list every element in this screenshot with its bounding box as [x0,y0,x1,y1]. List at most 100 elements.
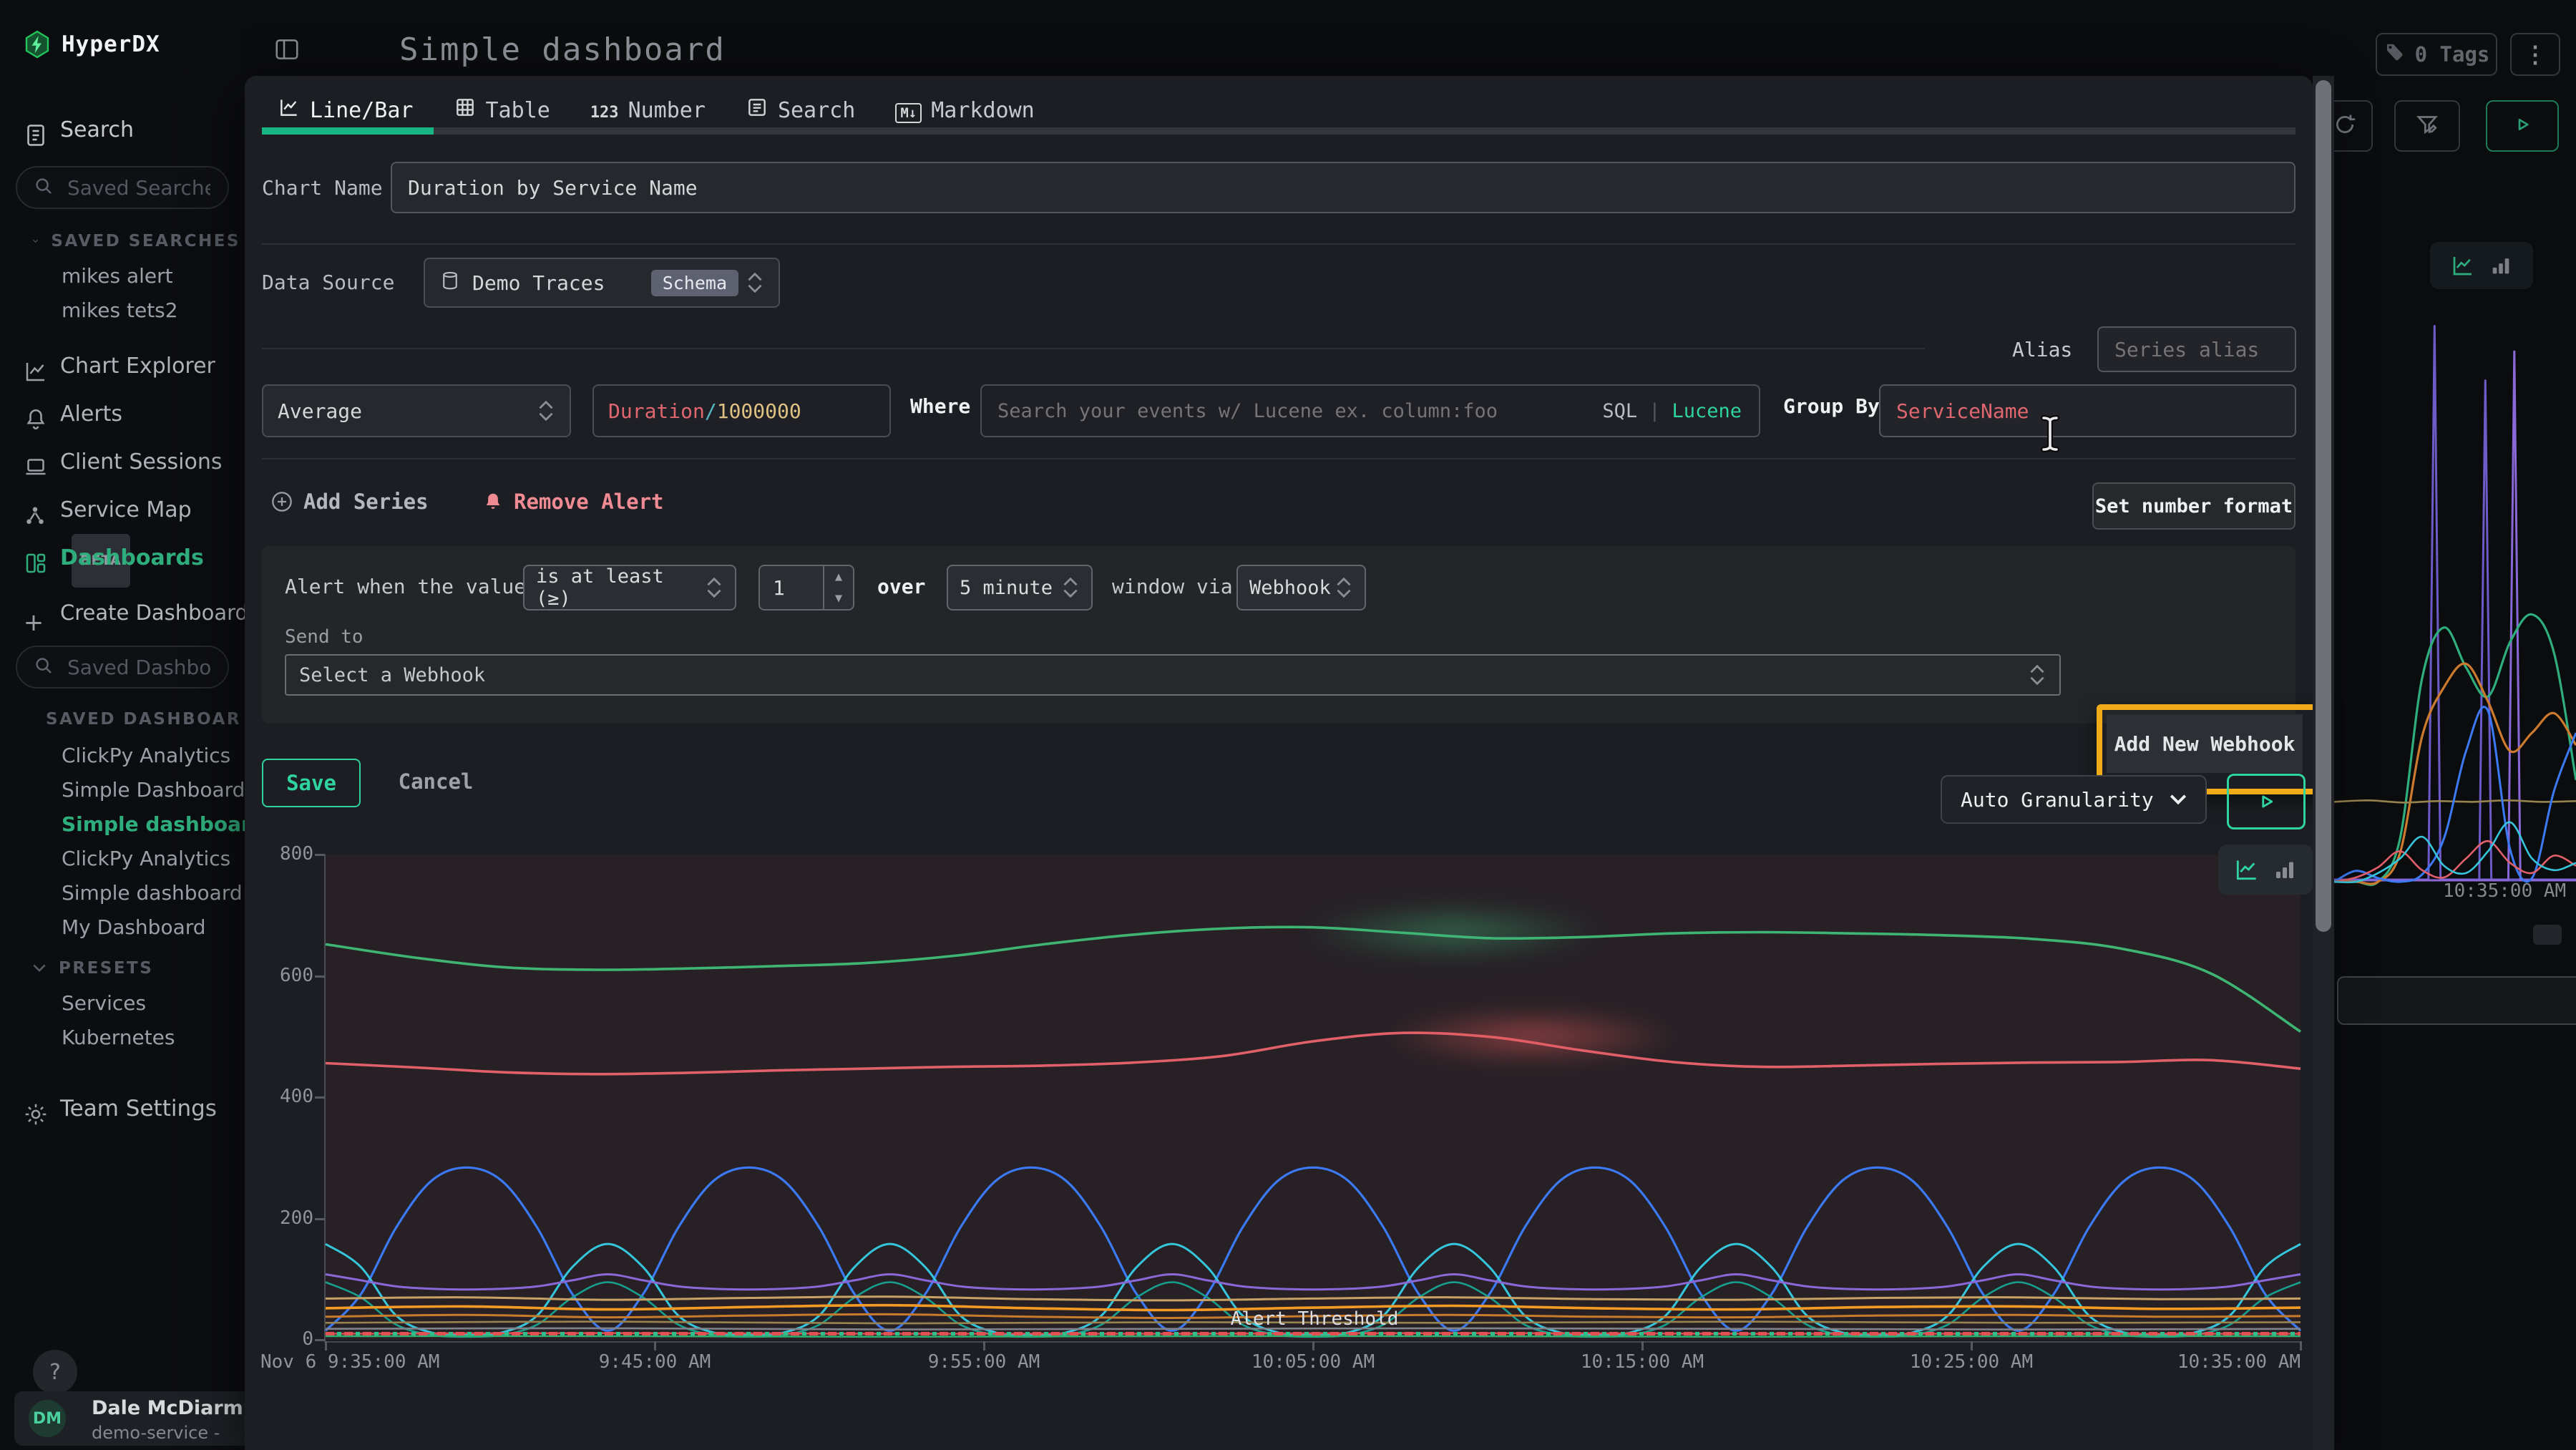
saved-search-mikes-tets2[interactable]: mikes tets2 [62,293,178,328]
search-icon [746,96,769,125]
set-number-format-button[interactable]: Set number format [2092,482,2296,530]
data-source-select[interactable]: Demo Traces Schema [424,258,780,308]
tab-search[interactable]: Search [746,96,855,125]
field-expression-input[interactable]: Duration/1000000 [592,384,891,437]
sidebar-item-dashboards[interactable]: Dashboards [0,534,245,582]
updown-chevron-icon [746,268,764,297]
saved-searches-search[interactable] [16,166,229,209]
brand[interactable]: HyperDX [24,30,160,59]
chart-type-toggle[interactable] [2218,845,2313,895]
presets-list: ServicesKubernetes [62,986,175,1055]
help-button[interactable]: ? [33,1350,77,1394]
alert-config-panel: Alert when the value is at least (≥) ▲▼ … [262,546,2296,724]
updown-chevron-icon [2028,661,2046,689]
sidebar-item-label: Search [60,117,134,142]
y-tick-mark [315,975,325,978]
separator: | [1649,400,1660,422]
play-icon [2254,789,2278,814]
sql-option[interactable]: SQL [1602,400,1637,422]
chart-name-input[interactable] [391,162,2296,213]
red-glow [1381,1008,1682,1065]
aggregation-select[interactable]: Average [262,384,571,437]
tab-line-bar[interactable]: Line/Bar [278,96,414,125]
saved-dashboards-header[interactable]: SAVED DASHBOARDS [33,710,240,729]
over-label: over [877,575,925,598]
group-by-input[interactable] [1879,384,2296,437]
run-query-button-background[interactable] [2486,100,2559,152]
saved-search-mikes-alert[interactable]: mikes alert [62,259,178,293]
tab-table[interactable]: Table [454,96,550,125]
database-icon [439,270,461,296]
active-tab-underline [262,127,434,135]
saved-dashboard-simple-dashboard[interactable]: Simple Dashboard [62,773,265,807]
background-search-box[interactable] [2337,976,2576,1025]
y-tick-label: 800 [245,843,313,865]
save-button[interactable]: Save [262,759,361,807]
run-chart-button[interactable] [2227,774,2306,829]
alert-value-input[interactable]: ▲▼ [758,565,854,610]
cancel-button[interactable]: Cancel [389,759,482,804]
saved-searches-input[interactable] [66,175,212,200]
plus-icon: + [23,600,44,626]
sidebar-item-chart-explorer[interactable]: Chart Explorer [0,342,245,390]
tab-markdown[interactable]: M↓Markdown [895,98,1034,123]
sidebar-item-label: Chart Explorer [60,354,215,379]
collapse-sidebar-icon[interactable] [273,36,301,63]
sidebar-item-alerts[interactable]: Alerts [0,390,245,438]
saved-dashboard-my-dashboard[interactable]: My Dashboard [62,910,265,945]
number-token: 1000000 [717,399,801,423]
alias-input[interactable] [2097,326,2296,372]
y-tick-label: 200 [245,1207,313,1229]
where-search-input[interactable]: SQL | Lucene [980,384,1760,437]
tab-number[interactable]: 123Number [590,98,706,123]
field-token: Duration [608,399,705,423]
operator-token: / [705,399,717,423]
saved-searches-header[interactable]: SAVED SEARCHES [33,232,240,250]
tags-button[interactable]: 0 Tags [2376,33,2497,76]
saved-dashboards-input[interactable] [66,655,212,680]
number-spinner[interactable]: ▲▼ [823,566,853,609]
data-source-value: Demo Traces [472,271,605,295]
more-options-button[interactable]: ⋮ [2510,33,2560,76]
where-input[interactable] [982,386,1571,436]
saved-dashboards-search[interactable] [16,646,229,688]
alert-threshold-line [326,1332,2301,1335]
refresh-icon [2333,112,2357,140]
preset-kubernetes[interactable]: Kubernetes [62,1021,175,1055]
tab-label: Line/Bar [310,98,414,123]
x-tick-mark [1971,1341,1973,1351]
green-glow [1302,903,1603,960]
sidebar-nav: Chart Explorer AlertsClient SessionsServi… [0,342,245,582]
saved-dashboard-simple-dashboard[interactable]: Simple dashboard [62,876,265,910]
sidebar-item-service-map[interactable]: Service MapBETA [0,486,245,534]
modal-scrollbar-thumb[interactable] [2316,80,2331,932]
x-tick-mark [1641,1341,1644,1351]
add-new-webhook-button[interactable]: Add New Webhook [2107,714,2303,773]
series-tan-service [326,1297,2301,1300]
divider [262,243,2296,245]
presets-header[interactable]: PRESETS [33,959,240,978]
saved-dashboard-clickpy-analytics[interactable]: ClickPy Analytics [62,842,265,876]
y-tick-mark [315,854,325,856]
preset-services[interactable]: Services [62,986,175,1021]
saved-dashboard-clickpy-analytics[interactable]: ClickPy Analytics [62,739,265,773]
saved-dashboard-simple-dashboard[interactable]: Simple dashboard [62,807,265,842]
table-icon [454,96,477,125]
sidebar-item-client-sessions[interactable]: Client Sessions [0,438,245,486]
remove-alert-button[interactable]: Remove Alert [482,490,664,514]
filter-edit-button[interactable] [2394,100,2460,152]
user-name: Dale McDiarmid [92,1397,263,1419]
granularity-select[interactable]: Auto Granularity [1941,775,2207,824]
lucene-option[interactable]: Lucene [1672,400,1742,422]
language-toggle[interactable]: SQL | Lucene [1602,386,1742,436]
webhook-select[interactable]: Select a Webhook [285,654,2061,696]
updown-chevron-icon [706,573,723,602]
add-series-button[interactable]: Add Series [270,490,429,514]
x-tick-label: 10:15:00 AM [1581,1351,1704,1373]
alert-condition-select[interactable]: is at least (≥) [523,565,736,610]
alert-channel-select[interactable]: Webhook [1236,565,1366,610]
alert-window-select[interactable]: 5 minute [947,565,1093,610]
page-title: Simple dashboard [399,31,726,68]
play-icon [2511,113,2534,139]
background-chart-type-toggle[interactable] [2430,242,2533,289]
